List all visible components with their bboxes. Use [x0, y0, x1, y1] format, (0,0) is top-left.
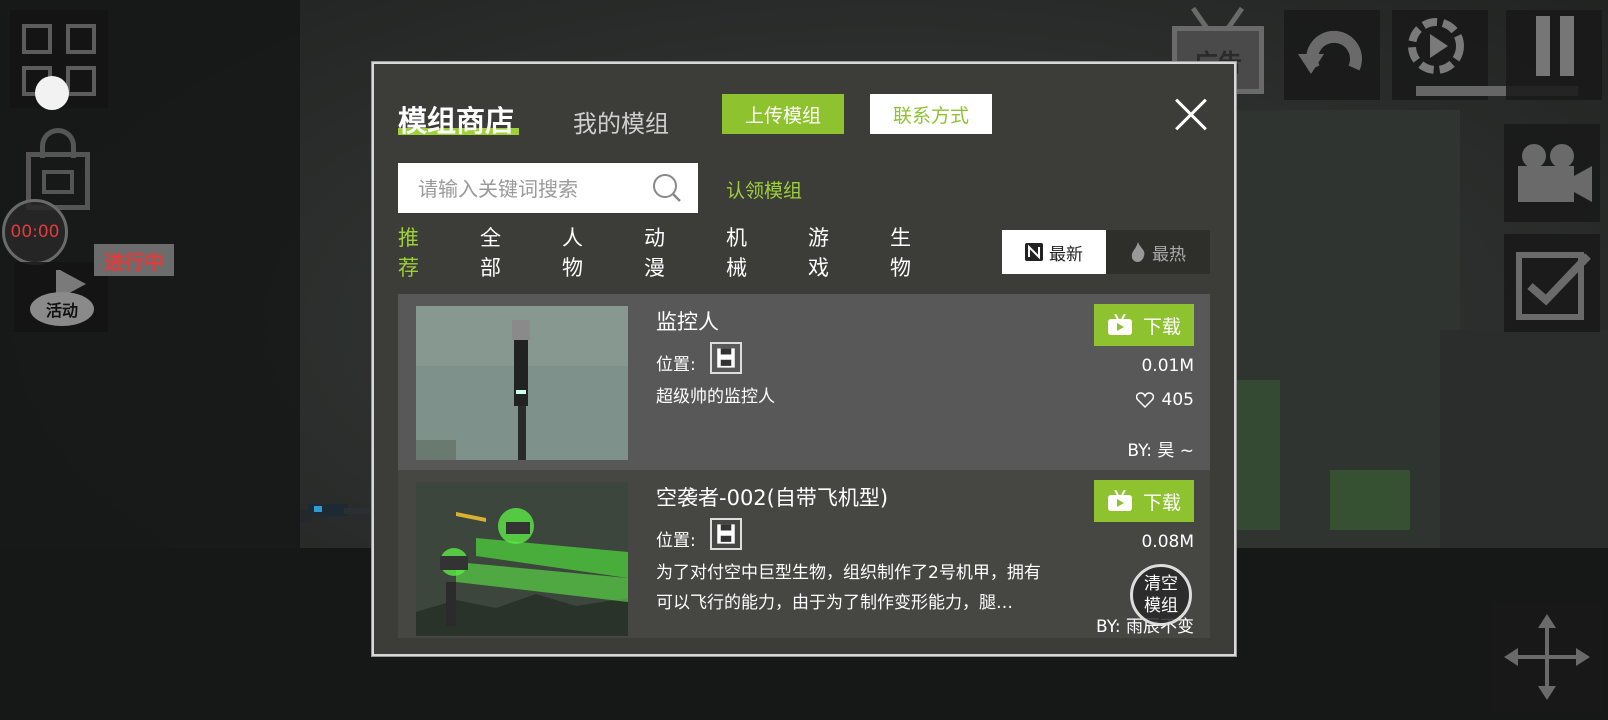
status-badge: 进行中 — [94, 244, 174, 276]
mod-author: BY: 昊 ~ — [1127, 441, 1194, 461]
download-label: 下载 — [1142, 315, 1181, 338]
category-tab[interactable]: 生物 — [890, 226, 911, 280]
category-tab[interactable]: 推荐 — [398, 226, 419, 280]
replay-icon — [1408, 18, 1464, 74]
video-ad-icon — [1107, 314, 1132, 335]
heart-icon — [1135, 392, 1154, 408]
sort-hottest-label: 最热 — [1152, 244, 1186, 265]
clear-mods-label-1: 清空 — [1144, 574, 1178, 594]
category-tab[interactable]: 全部 — [480, 226, 501, 280]
new-icon — [1025, 243, 1043, 261]
grid-icon — [22, 24, 52, 54]
sort-newest-label: 最新 — [1049, 244, 1083, 265]
clear-mods-label-2: 模组 — [1144, 596, 1178, 616]
undo-button[interactable] — [1284, 10, 1380, 100]
mod-description: 为了对付空中巨型生物，组织制作了2号机甲，拥有可以飞行的能力，由于为了制作变形能… — [656, 563, 1041, 613]
download-button[interactable]: 下载 — [1094, 480, 1194, 522]
sort-newest-button[interactable]: 最新 — [1002, 230, 1106, 274]
camera-button[interactable] — [1504, 124, 1600, 222]
location-label: 位置: — [656, 355, 696, 375]
move-arrows-icon — [1504, 614, 1590, 700]
like-count-value: 405 — [1161, 390, 1194, 410]
floppy-disk-icon — [710, 518, 742, 550]
pause-icon — [1536, 16, 1550, 76]
sort-hottest-button[interactable]: 最热 — [1106, 230, 1210, 274]
list-item[interactable]: 空袭者-002(自带飞机型) 位置: 为了对付空中巨型生物，组织制作了2号机甲，… — [398, 470, 1210, 638]
file-size: 0.08M — [1141, 532, 1194, 552]
download-button[interactable]: 下载 — [1094, 304, 1194, 346]
list-item[interactable]: 监控人 位置: 超级帅的监控人 下载 0.01M 405 BY: 昊 ~ — [398, 294, 1210, 470]
grid-icon — [66, 66, 96, 96]
grid-icon — [66, 24, 96, 54]
mod-title: 空袭者-002(自带飞机型) — [656, 486, 889, 510]
lock-face-icon — [42, 170, 74, 194]
clear-mods-button[interactable]: 清空 模组 — [1130, 564, 1192, 626]
mod-description: 超级帅的监控人 — [656, 387, 775, 407]
move-button[interactable] — [1492, 602, 1602, 712]
scene-foliage-2 — [1330, 470, 1410, 530]
recording-timer[interactable]: 00:00 — [2, 199, 68, 265]
like-count[interactable]: 405 — [1135, 390, 1194, 410]
camera-icon — [1518, 144, 1592, 202]
location-label: 位置: — [656, 531, 696, 551]
undo-icon — [1298, 30, 1362, 74]
category-tab[interactable]: 游戏 — [808, 226, 829, 280]
activity-label: 活动 — [30, 292, 94, 326]
scene-building-2 — [1440, 330, 1608, 550]
file-size: 0.01M — [1141, 356, 1194, 376]
tab-my-mods[interactable]: 我的模组 — [573, 104, 669, 139]
pause-button[interactable] — [1506, 10, 1602, 100]
pause-icon — [1560, 16, 1574, 76]
floppy-disk-icon — [710, 342, 742, 374]
mod-thumbnail[interactable] — [416, 306, 628, 460]
search-icon[interactable] — [652, 173, 682, 203]
contact-button[interactable]: 联系方式 — [870, 94, 992, 134]
floating-joystick-dot[interactable] — [35, 76, 69, 110]
category-tab[interactable]: 动漫 — [644, 226, 665, 280]
fire-icon — [1131, 242, 1145, 262]
close-icon[interactable] — [1174, 98, 1208, 132]
search-box — [398, 163, 698, 215]
download-label: 下载 — [1142, 491, 1181, 514]
scene-gun-object — [300, 504, 370, 522]
select-button[interactable] — [1504, 234, 1600, 332]
category-tab[interactable]: 机械 — [726, 226, 747, 280]
mod-title: 监控人 — [656, 310, 719, 334]
checkmark-icon — [1527, 253, 1591, 306]
upload-mod-button[interactable]: 上传模组 — [722, 94, 844, 134]
video-ad-icon — [1107, 490, 1132, 511]
category-tab[interactable]: 人物 — [562, 226, 583, 280]
mod-list[interactable]: 监控人 位置: 超级帅的监控人 下载 0.01M 405 BY: 昊 ~ 空袭者… — [398, 294, 1210, 638]
mod-thumbnail[interactable] — [416, 482, 628, 636]
search-input[interactable] — [398, 163, 660, 215]
tab-mod-store[interactable]: 模组商店 — [398, 98, 514, 140]
claim-mod-link[interactable]: 认领模组 — [726, 176, 802, 203]
mod-store-dialog: 模组商店 我的模组 上传模组 联系方式 认领模组 推荐 全部 人物 动漫 机械 … — [372, 62, 1236, 656]
